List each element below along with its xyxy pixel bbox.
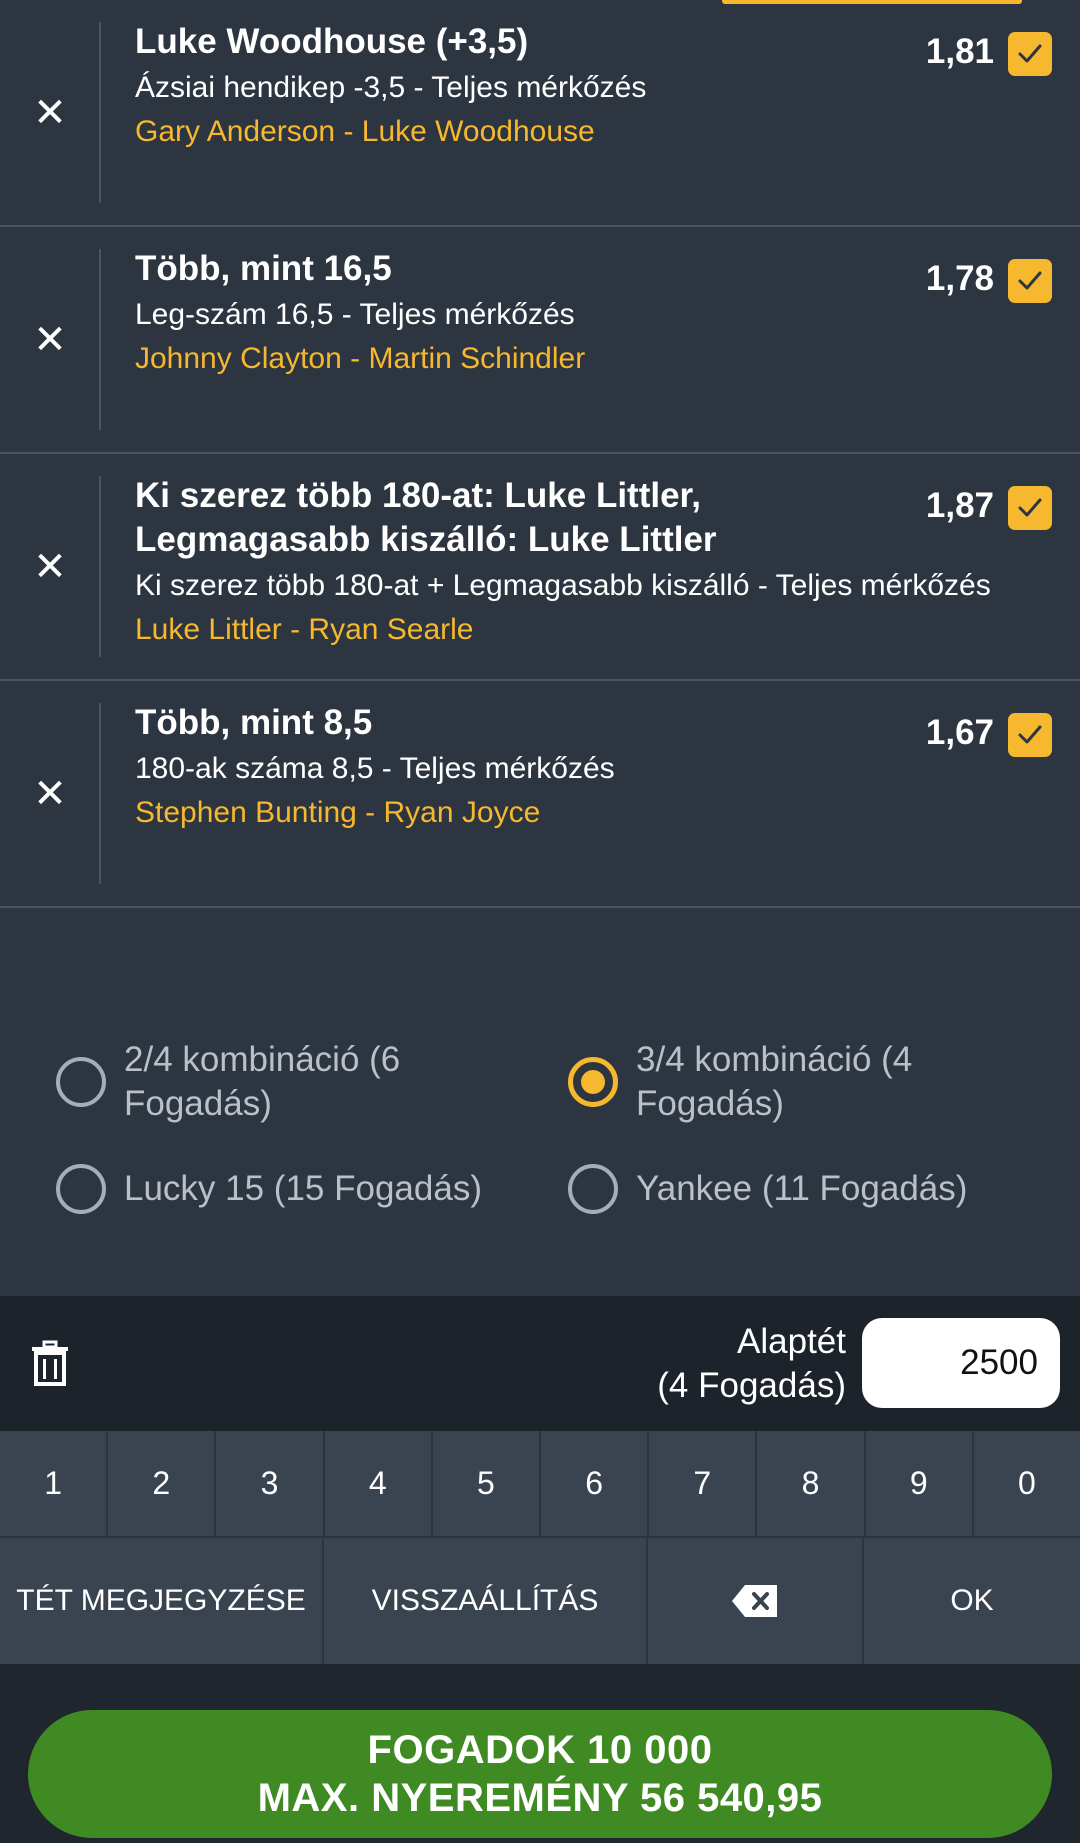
bet-type-label: 3/4 kombináció (4 Fogadás) xyxy=(636,1040,913,1123)
stake-bar: Alaptét (4 Fogadás) xyxy=(0,1296,1080,1431)
key-6[interactable]: 6 xyxy=(541,1431,650,1538)
radio-unselected-icon[interactable] xyxy=(568,1164,618,1214)
remember-stake-button[interactable]: TÉT MEGJEGYZÉSE xyxy=(0,1538,324,1664)
bet-type-label: Yankee (11 Fogadás) xyxy=(636,1169,968,1208)
remove-selection-icon[interactable]: ✕ xyxy=(24,0,76,225)
key-5[interactable]: 5 xyxy=(432,1431,542,1538)
key-9[interactable]: 9 xyxy=(865,1431,974,1538)
selection-event[interactable]: Gary Anderson - Luke Woodhouse xyxy=(135,110,1056,154)
backspace-icon xyxy=(732,1585,777,1617)
bet-type-label: Lucky 15 (15 Fogadás) xyxy=(124,1169,482,1208)
remove-selection-icon[interactable]: ✕ xyxy=(24,227,76,452)
bet-type-option[interactable]: 3/4 kombináció (4 Fogadás) xyxy=(568,1038,988,1126)
bet-slip-selections: ✕ Luke Woodhouse (+3,5) Ázsiai hendikep … xyxy=(0,0,1080,908)
key-1[interactable]: 1 xyxy=(0,1431,109,1538)
radio-unselected-icon[interactable] xyxy=(56,1164,106,1214)
stake-label: Alaptét (4 Fogadás) xyxy=(657,1322,846,1405)
checkbox-checked-icon[interactable] xyxy=(1008,32,1052,76)
key-4[interactable]: 4 xyxy=(324,1431,433,1538)
action-row: TÉT MEGJEGYZÉSE VISSZAÁLLÍTÁS OK xyxy=(0,1538,1080,1664)
remove-selection-icon[interactable]: ✕ xyxy=(24,454,76,679)
selection-title: Több, mint 8,5 xyxy=(135,703,373,742)
divider xyxy=(99,22,101,203)
key-3[interactable]: 3 xyxy=(216,1431,325,1538)
radio-selected-icon[interactable] xyxy=(568,1057,618,1107)
selection-odds: 1,78 xyxy=(925,259,994,298)
key-2[interactable]: 2 xyxy=(108,1431,217,1538)
selection-market: Ázsiai hendikep -3,5 - Teljes mérkőzés xyxy=(135,71,647,104)
selection-row: ✕ Luke Woodhouse (+3,5) Ázsiai hendikep … xyxy=(0,0,1080,227)
selection-market: Leg-szám 16,5 - Teljes mérkőzés xyxy=(135,298,575,331)
remove-selection-icon[interactable]: ✕ xyxy=(24,681,76,906)
ok-button[interactable]: OK xyxy=(864,1538,1080,1664)
selection-title: Több, mint 16,5 xyxy=(135,249,392,288)
selection-title: Luke Woodhouse (+3,5) xyxy=(135,22,529,61)
selection-odds: 1,81 xyxy=(925,32,994,71)
divider xyxy=(99,476,101,657)
reset-button[interactable]: VISSZAÁLLÍTÁS xyxy=(324,1538,648,1664)
selection-market: Ki szerez több 180-at + Legmagasabb kisz… xyxy=(135,569,991,602)
bet-type-option[interactable]: Lucky 15 (15 Fogadás) xyxy=(56,1164,536,1214)
selection-title: Ki szerez több 180-at: Luke Littler, Leg… xyxy=(135,476,717,559)
checkbox-checked-icon[interactable] xyxy=(1008,486,1052,530)
selection-event[interactable]: Luke Littler - Ryan Searle xyxy=(135,608,1056,652)
key-7[interactable]: 7 xyxy=(649,1431,758,1538)
place-bet-button[interactable]: FOGADOK 10 000 MAX. NYEREMÉNY 56 540,95 xyxy=(28,1710,1052,1838)
selection-odds: 1,87 xyxy=(925,486,994,525)
key-8[interactable]: 8 xyxy=(757,1431,866,1538)
key-0[interactable]: 0 xyxy=(973,1431,1080,1538)
selection-row: ✕ Több, mint 16,5 Leg-szám 16,5 - Teljes… xyxy=(0,227,1080,454)
place-bet-amount: FOGADOK 10 000 xyxy=(367,1728,713,1772)
checkbox-checked-icon[interactable] xyxy=(1008,259,1052,303)
backspace-button[interactable] xyxy=(648,1538,864,1664)
selection-row: ✕ Több, mint 8,5 180-ak száma 8,5 - Telj… xyxy=(0,681,1080,908)
bet-type-label: 2/4 kombináció (6 Fogadás) xyxy=(124,1040,401,1123)
trash-icon[interactable] xyxy=(28,1340,72,1388)
selection-odds: 1,67 xyxy=(925,713,994,752)
max-win: MAX. NYEREMÉNY 56 540,95 xyxy=(257,1776,823,1820)
selection-market: 180-ak száma 8,5 - Teljes mérkőzés xyxy=(135,752,615,785)
footer: FOGADOK 10 000 MAX. NYEREMÉNY 56 540,95 xyxy=(0,1664,1080,1843)
stake-input[interactable] xyxy=(862,1318,1060,1408)
radio-unselected-icon[interactable] xyxy=(56,1057,106,1107)
divider xyxy=(99,703,101,884)
digit-row: 1 2 3 4 5 6 7 8 9 0 xyxy=(0,1431,1080,1538)
divider xyxy=(99,249,101,430)
bet-type-option[interactable]: 2/4 kombináció (6 Fogadás) xyxy=(56,1038,476,1126)
selection-event[interactable]: Stephen Bunting - Ryan Joyce xyxy=(135,791,1056,835)
numeric-keypad: 1 2 3 4 5 6 7 8 9 0 TÉT MEGJEGYZÉSE VISS… xyxy=(0,1431,1080,1664)
bet-type-option[interactable]: Yankee (11 Fogadás) xyxy=(568,1164,1048,1214)
selection-row: ✕ Ki szerez több 180-at: Luke Littler, L… xyxy=(0,454,1080,681)
checkbox-checked-icon[interactable] xyxy=(1008,713,1052,757)
selection-event[interactable]: Johnny Clayton - Martin Schindler xyxy=(135,337,1056,381)
